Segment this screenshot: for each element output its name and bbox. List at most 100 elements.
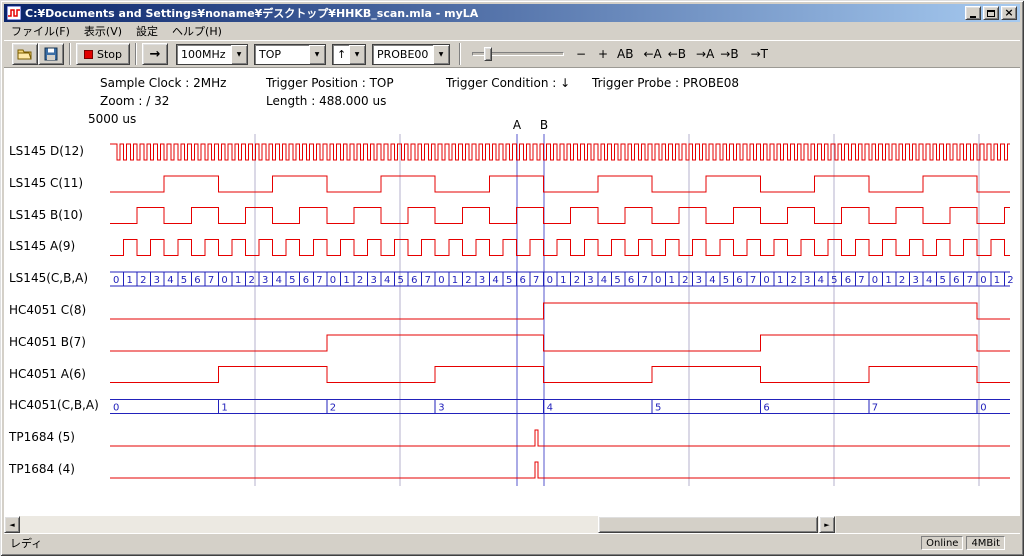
chevron-down-icon[interactable]: ▼ — [349, 45, 365, 64]
svg-text:7: 7 — [967, 275, 973, 286]
zoom-slider-thumb[interactable] — [484, 47, 492, 61]
waveform-plot[interactable]: 0123456701234567012345670123456701234567… — [4, 68, 1020, 516]
svg-text:6: 6 — [628, 275, 634, 286]
save-button[interactable] — [38, 43, 64, 65]
svg-text:4: 4 — [709, 275, 715, 286]
trigger-condition-text: Trigger Condition : ↓ — [446, 76, 570, 90]
zoom-out-button[interactable]: − — [570, 43, 592, 65]
toolbar-separator — [69, 43, 71, 65]
goto-b-right-button[interactable]: →B — [717, 43, 741, 65]
svg-text:1: 1 — [777, 275, 783, 286]
channel-label-hc4051-b: HC4051 B(7) — [9, 335, 86, 349]
trigger-edge-combo-value: ↑ — [333, 48, 349, 61]
minimize-button[interactable] — [965, 6, 981, 20]
chevron-down-icon[interactable]: ▼ — [309, 45, 325, 64]
svg-text:3: 3 — [479, 275, 485, 286]
svg-text:1: 1 — [452, 275, 458, 286]
trigger-edge-combo[interactable]: ↑ ▼ — [332, 44, 366, 65]
zoom-slider[interactable] — [470, 43, 566, 65]
svg-text:7: 7 — [533, 275, 539, 286]
svg-text:6: 6 — [520, 275, 526, 286]
menu-item-view[interactable]: 表示(V) — [77, 21, 129, 41]
trigger-position-combo[interactable]: TOP ▼ — [254, 44, 326, 65]
svg-text:5: 5 — [398, 275, 404, 286]
svg-text:2: 2 — [249, 275, 255, 286]
svg-text:0: 0 — [547, 275, 553, 286]
svg-text:7: 7 — [641, 275, 647, 286]
status-memory-badge: 4MBit — [966, 536, 1005, 550]
svg-text:2: 2 — [791, 275, 797, 286]
scroll-right-button[interactable]: ► — [819, 516, 835, 533]
svg-text:6: 6 — [411, 275, 417, 286]
ab-cursors-button[interactable]: AB — [614, 43, 636, 65]
svg-text:3: 3 — [696, 275, 702, 286]
svg-text:3: 3 — [912, 275, 918, 286]
goto-a-left-button[interactable]: ←A — [640, 43, 664, 65]
svg-text:5: 5 — [506, 275, 512, 286]
chevron-down-icon[interactable]: ▼ — [231, 45, 247, 64]
svg-text:7: 7 — [316, 275, 322, 286]
svg-text:2: 2 — [465, 275, 471, 286]
scroll-right-icon: ► — [824, 521, 829, 529]
scroll-thumb[interactable] — [598, 516, 818, 533]
svg-text:7: 7 — [872, 402, 878, 413]
svg-text:0: 0 — [113, 275, 119, 286]
toolbar-separator — [135, 43, 137, 65]
svg-text:4: 4 — [167, 275, 173, 286]
maximize-icon — [987, 10, 995, 17]
svg-text:6: 6 — [763, 402, 769, 413]
scrollbar-track[interactable]: ◄ ► — [4, 516, 836, 533]
svg-text:4: 4 — [492, 275, 498, 286]
svg-text:1: 1 — [885, 275, 891, 286]
svg-text:4: 4 — [926, 275, 932, 286]
svg-text:2: 2 — [682, 275, 688, 286]
run-arrow-icon: → — [150, 47, 161, 62]
svg-text:2: 2 — [574, 275, 580, 286]
svg-text:2: 2 — [357, 275, 363, 286]
maximize-button[interactable] — [983, 6, 999, 20]
channel-label-ls145-d: LS145 D(12) — [9, 144, 84, 158]
length-text: Length : 488.000 us — [266, 94, 386, 108]
goto-trigger-button[interactable]: →T — [748, 43, 771, 65]
sample-clock-combo[interactable]: 100MHz ▼ — [176, 44, 248, 65]
close-button[interactable]: × — [1001, 6, 1017, 20]
channel-label-hc4051-a: HC4051 A(6) — [9, 367, 86, 381]
app-icon — [7, 6, 21, 20]
trigger-position-combo-value: TOP — [255, 48, 309, 61]
stop-button[interactable]: Stop — [76, 43, 130, 65]
svg-text:0: 0 — [872, 275, 878, 286]
svg-text:5: 5 — [289, 275, 295, 286]
svg-text:1: 1 — [669, 275, 675, 286]
scroll-left-button[interactable]: ◄ — [4, 516, 20, 533]
toolbar-separator — [459, 43, 461, 65]
svg-text:3: 3 — [370, 275, 376, 286]
menu-item-settings[interactable]: 設定 — [129, 21, 165, 41]
svg-text:5: 5 — [831, 275, 837, 286]
svg-text:4: 4 — [547, 402, 553, 413]
svg-text:3: 3 — [154, 275, 160, 286]
open-button[interactable] — [12, 43, 38, 65]
svg-text:5: 5 — [723, 275, 729, 286]
svg-text:7: 7 — [750, 275, 756, 286]
goto-b-left-button[interactable]: ←B — [665, 43, 689, 65]
minimize-icon — [970, 16, 976, 18]
zoom-in-button[interactable]: + — [592, 43, 614, 65]
svg-text:0: 0 — [980, 275, 986, 286]
channel-label-hc4051-c: HC4051 C(8) — [9, 303, 86, 317]
trigger-probe-combo-value: PROBE00 — [373, 48, 433, 61]
svg-text:7: 7 — [858, 275, 864, 286]
goto-a-right-button[interactable]: →A — [693, 43, 717, 65]
svg-text:6: 6 — [736, 275, 742, 286]
stop-button-label: Stop — [97, 48, 122, 61]
status-online-badge: Online — [921, 536, 963, 550]
svg-text:0: 0 — [221, 275, 227, 286]
svg-text:6: 6 — [303, 275, 309, 286]
chevron-down-icon[interactable]: ▼ — [433, 45, 449, 64]
trigger-probe-combo[interactable]: PROBE00 ▼ — [372, 44, 450, 65]
run-button[interactable]: → — [142, 43, 168, 65]
horizontal-scrollbar[interactable]: ◄ ► — [4, 516, 1020, 533]
svg-text:1: 1 — [560, 275, 566, 286]
menu-item-help[interactable]: ヘルプ(H) — [165, 21, 229, 41]
menu-item-file[interactable]: ファイル(F) — [4, 21, 77, 41]
titlebar: C:¥Documents and Settings¥noname¥デスクトップ¥… — [4, 4, 1020, 22]
